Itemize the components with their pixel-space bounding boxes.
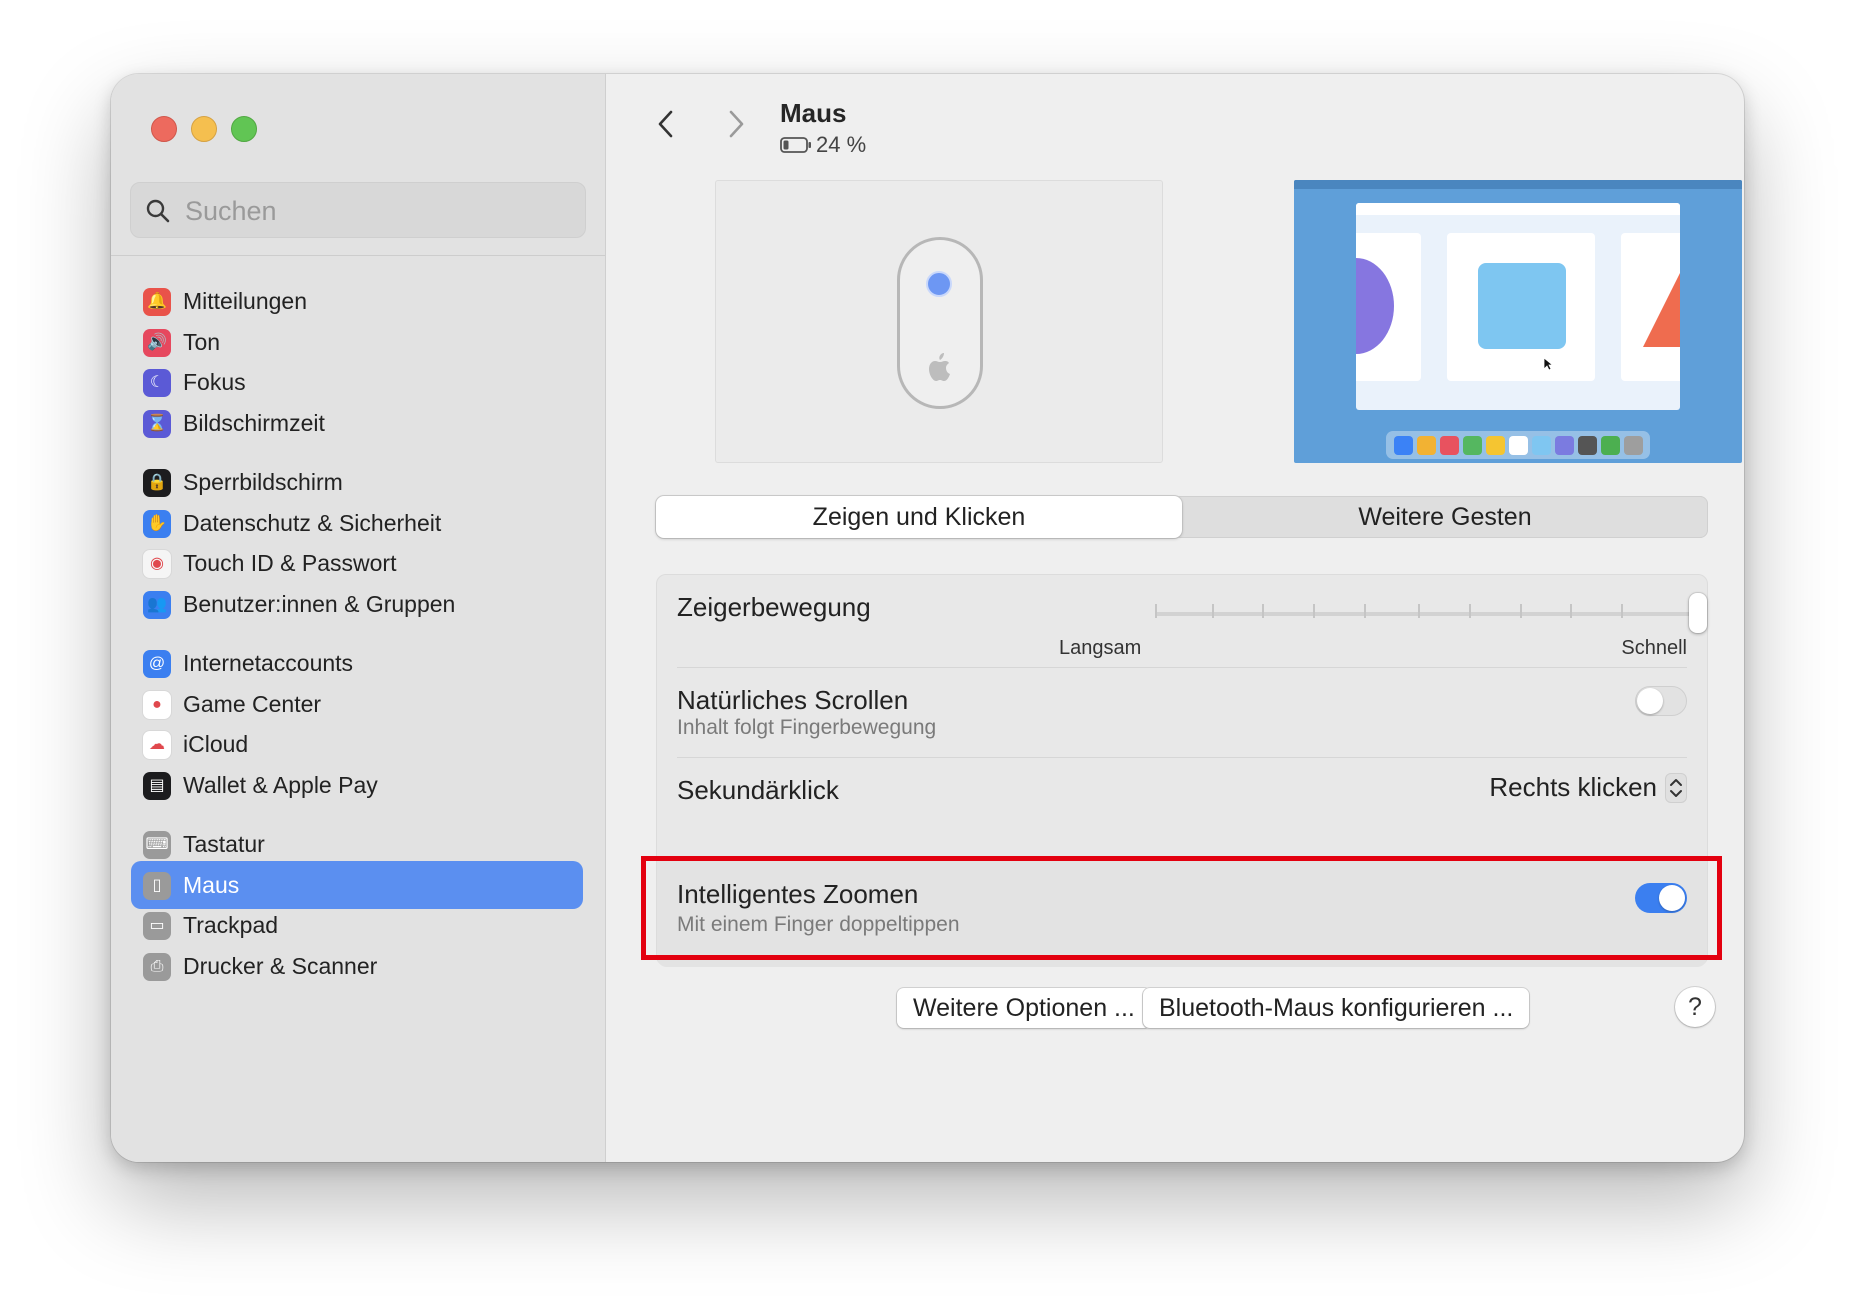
game-center-icon: ● [143,691,171,719]
sidebar-item-label: Drucker & Scanner [183,953,378,979]
tab-bar: Weitere Gesten Zeigen und Klicken [656,496,1708,538]
wallet-icon: ▤ [143,772,171,800]
chevron-right-icon [729,110,744,138]
chevron-left-icon [658,110,673,138]
updown-chevron-icon [1665,772,1687,803]
dock-app-icon [1577,435,1597,455]
natural-scrolling-label: Natürliches Scrollen [677,685,909,715]
tracking-speed-label: Zeigerbewegung [677,592,871,622]
battery-icon [780,137,811,153]
dock-app-icon [1554,435,1574,455]
search-field[interactable] [130,182,586,239]
sidebar-item-drucker-scanner[interactable]: ⎙ Drucker & Scanner [131,942,583,990]
slider-tick [1313,604,1315,618]
tab-point-and-click[interactable]: Zeigen und Klicken [656,496,1182,538]
keyboard-icon: ⌨ [143,831,171,859]
dock-app-icon [1531,435,1551,455]
dock-app-icon [1485,435,1505,455]
tab-more-gestures[interactable]: Weitere Gesten [1182,496,1708,538]
preview-window [1356,203,1680,410]
battery-level: 24 % [816,132,867,157]
hourglass-icon: ⌛ [143,410,171,438]
menu-bar [1294,180,1742,189]
orange-triangle-shape [1643,267,1680,347]
slider-tick [1570,604,1572,618]
slider-tick [1418,604,1420,618]
sidebar-item-wallet-apple-pay[interactable]: ▤ Wallet & Apple Pay [131,761,583,809]
mouse-icon: ▯ [143,872,171,900]
natural-scrolling-row: Natürliches Scrollen Inhalt folgt Finger… [677,668,1687,757]
dock-app-icon [1439,435,1459,455]
slider-min-label: Langsam [1059,637,1142,659]
slider-tick [1262,604,1264,618]
highlight-annotation-box [641,856,1722,960]
mouse-preview [715,180,1163,463]
slider-tick [1155,604,1157,618]
main-content: Maus 24 % Weitere Gesten Zeigen und Klic… [606,74,1744,1162]
back-button[interactable] [646,104,686,144]
window-titlebar [1356,203,1680,215]
dock-app-icon [1462,435,1482,455]
dock [1386,431,1650,459]
natural-scrolling-description: Inhalt folgt Fingerbewegung [677,716,937,739]
dock-app-icon [1508,435,1528,455]
cursor-icon [1543,357,1554,374]
more-options-button[interactable]: Weitere Optionen ... [897,988,1151,1028]
lock-icon: 🔒 [143,469,171,497]
minimize-window-button[interactable] [191,116,217,142]
slider-tick [1469,604,1471,618]
help-button[interactable]: ? [1675,987,1715,1027]
search-icon [146,199,170,223]
hand-icon: ✋ [143,510,171,538]
tracking-speed-row: Zeigerbewegung Langsam Schnell [677,575,1707,667]
slider-tick [1621,604,1623,618]
sidebar-item-label: Wallet & Apple Pay [183,772,378,798]
secondary-click-row: Sekundärklick Rechts klicken [677,758,1687,861]
bell-icon: 🔔 [143,288,171,316]
dock-app-icon [1393,435,1413,455]
secondary-click-popup[interactable]: Rechts klicken [1489,772,1687,803]
secondary-click-value: Rechts klicken [1489,772,1657,802]
toggle-knob [1637,688,1663,714]
dock-app-icon [1416,435,1436,455]
page-title: Maus [780,98,847,128]
printer-icon: ⎙ [143,953,171,981]
tracking-speed-slider-knob[interactable] [1689,593,1707,633]
speaker-icon: 🔊 [143,329,171,357]
slider-tick [1212,604,1214,618]
apple-logo-icon [927,351,953,388]
blue-square-shape [1478,263,1566,349]
moon-icon: ☾ [143,369,171,397]
slider-tick [1520,604,1522,618]
sidebar-list: 🔔 Mitteilungen 🔊 Ton ☾ Fokus ⌛ Bildschirmzeit 🔒 S… [111,256,605,1162]
cloud-icon: ☁ [143,731,171,759]
natural-scrolling-toggle[interactable] [1635,686,1687,716]
users-icon: 👥 [143,591,171,619]
sidebar-item-label: Benutzer:innen & Gruppen [183,591,456,617]
click-indicator-dot [926,271,952,297]
sidebar-item-benutzer-innen-gruppen[interactable]: 👥 Benutzer:innen & Gruppen [131,580,583,628]
close-window-button[interactable] [151,116,177,142]
sidebar-item-bildschirmzeit[interactable]: ⌛ Bildschirmzeit [131,399,583,447]
sidebar: 🔔Mitteilungen🔊Ton☾Fokus⌛Bildschirmzeit🔒S… [111,74,606,1162]
configure-bluetooth-mouse-button[interactable]: Bluetooth-Maus konfigurieren ... [1143,988,1530,1028]
dock-app-icon [1600,435,1620,455]
gesture-preview [1294,180,1742,463]
battery-status: 24 % [780,130,866,160]
at-icon: @ [143,650,171,678]
system-settings-window: 🔔Mitteilungen🔊Ton☾Fokus⌛Bildschirmzeit🔒S… [111,74,1744,1162]
search-input[interactable] [183,183,577,239]
trackpad-icon: ▭ [143,912,171,940]
zoom-window-button[interactable] [231,116,257,142]
dock-app-icon [1623,435,1643,455]
secondary-click-label: Sekundärklick [677,775,839,805]
forward-button[interactable] [716,104,756,144]
slider-max-label: Schnell [1621,637,1687,659]
fingerprint-icon: ◉ [143,550,171,578]
slider-tick [1364,604,1366,618]
sidebar-item-label: Bildschirmzeit [183,410,325,436]
magic-mouse-illustration [897,237,983,409]
